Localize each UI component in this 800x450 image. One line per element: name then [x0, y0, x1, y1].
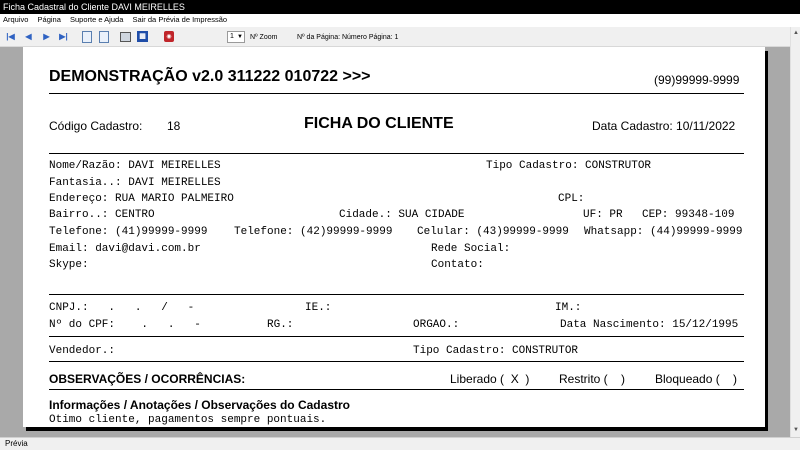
- zoom-label: Nº Zoom: [250, 34, 278, 41]
- orgao: ORGAO.:: [413, 319, 460, 331]
- skype: Skype:: [49, 259, 89, 271]
- report-page: DEMONSTRAÇÃO v2.0 311222 010722 >>> (99)…: [23, 47, 765, 427]
- single-page-icon[interactable]: [82, 31, 92, 43]
- page-number-label: Nº da Página: Número Página: 1: [297, 34, 399, 41]
- status-bloqueado: Bloqueado ( ): [655, 372, 738, 386]
- first-page-icon[interactable]: |◀: [4, 30, 17, 43]
- report-header-phone: (99)99999-9999: [654, 73, 740, 87]
- scroll-up-icon[interactable]: ▲: [793, 30, 799, 36]
- tipo-cadastro: Tipo Cadastro: CONSTRUTOR: [486, 160, 652, 172]
- observacoes-title: OBSERVAÇÕES / OCORRÊNCIAS:: [49, 372, 246, 386]
- nome-razao: Nome/Razão: DAVI MEIRELLES: [49, 160, 221, 172]
- menu-sair-previa[interactable]: Sair da Prévia de Impressão: [132, 15, 227, 24]
- codigo-cadastro-value: 18: [167, 119, 181, 133]
- next-page-icon[interactable]: ▶: [40, 30, 53, 43]
- status-text: Prévia: [5, 439, 28, 448]
- vendedor: Vendedor.:: [49, 345, 116, 357]
- telefone-2: Telefone: (42)99999-9999: [234, 226, 393, 238]
- codigo-cadastro-label: Código Cadastro:: [49, 119, 143, 133]
- celular: Celular: (43)99999-9999: [417, 226, 569, 238]
- divider: [49, 294, 744, 295]
- tipo-cadastro-2: Tipo Cadastro: CONSTRUTOR: [413, 345, 579, 357]
- menu-bar: Arquivo Página Suporte e Ajuda Sair da P…: [0, 14, 800, 26]
- contato: Contato:: [431, 259, 484, 271]
- previous-page-icon[interactable]: ◀: [22, 30, 35, 43]
- menu-pagina[interactable]: Página: [38, 15, 61, 24]
- status-liberado: Liberado ( X ): [450, 372, 530, 386]
- cpf: Nº do CPF: . . -: [49, 319, 201, 331]
- complemento: CPL:: [558, 193, 585, 205]
- divider: [49, 361, 744, 362]
- informacoes-text: Otimo cliente, pagamentos sempre pontuai…: [49, 414, 327, 426]
- menu-suporte[interactable]: Suporte e Ajuda: [70, 15, 123, 24]
- inscricao-estadual: IE.:: [305, 302, 332, 314]
- fantasia: Fantasia..: DAVI MEIRELLES: [49, 177, 221, 189]
- preview-area[interactable]: DEMONSTRAÇÃO v2.0 311222 010722 >>> (99)…: [0, 47, 790, 437]
- zoom-select[interactable]: 1 ▼: [227, 31, 245, 43]
- status-bar: Prévia: [0, 437, 800, 450]
- divider: [49, 153, 744, 154]
- cnpj: CNPJ.: . . / -: [49, 302, 195, 314]
- chevron-down-icon: ▼: [237, 34, 243, 40]
- zoom-value: 1: [230, 33, 234, 40]
- divider: [49, 93, 744, 94]
- window-title: Ficha Cadastral do Cliente DAVI MEIRELLE…: [3, 2, 185, 12]
- inscricao-municipal: IM.:: [555, 302, 582, 314]
- email: Email: davi@davi.com.br: [49, 243, 201, 255]
- toolbar: |◀ ◀ ▶ ▶| ▦ ◉: [0, 27, 800, 47]
- printer-icon[interactable]: [120, 32, 131, 42]
- window-title-bar: Ficha Cadastral do Cliente DAVI MEIRELLE…: [0, 0, 800, 14]
- cidade: Cidade.: SUA CIDADE: [339, 209, 465, 221]
- data-cadastro: Data Cadastro: 10/11/2022: [592, 119, 736, 133]
- scroll-down-icon[interactable]: ▼: [793, 427, 799, 433]
- rede-social: Rede Social:: [431, 243, 511, 255]
- export-grid-icon[interactable]: ▦: [137, 31, 148, 42]
- endereco: Endereço: RUA MARIO PALMEIRO: [49, 193, 234, 205]
- data-nascimento: Data Nascimento: 15/12/1995: [560, 319, 739, 331]
- divider: [49, 336, 744, 337]
- whatsapp: Whatsapp: (44)99999-9999: [584, 226, 743, 238]
- telefone-1: Telefone: (41)99999-9999: [49, 226, 208, 238]
- menu-arquivo[interactable]: Arquivo: [3, 15, 28, 24]
- uf: UF: PR: [583, 209, 623, 221]
- bairro: Bairro..: CENTRO: [49, 209, 155, 221]
- status-restrito: Restrito ( ): [559, 372, 626, 386]
- pdf-export-icon[interactable]: ◉: [164, 31, 174, 42]
- vertical-scrollbar[interactable]: ▲ ▼: [790, 27, 800, 437]
- informacoes-title: Informações / Anotações / Observações do…: [49, 398, 350, 412]
- multi-page-icon[interactable]: [99, 31, 109, 43]
- divider: [49, 389, 744, 390]
- last-page-icon[interactable]: ▶|: [57, 30, 70, 43]
- cep: CEP: 99348-109: [642, 209, 735, 221]
- report-header-title: DEMONSTRAÇÃO v2.0 311222 010722 >>>: [49, 68, 371, 85]
- ficha-title: FICHA DO CLIENTE: [304, 115, 454, 132]
- rg: RG.:: [267, 319, 294, 331]
